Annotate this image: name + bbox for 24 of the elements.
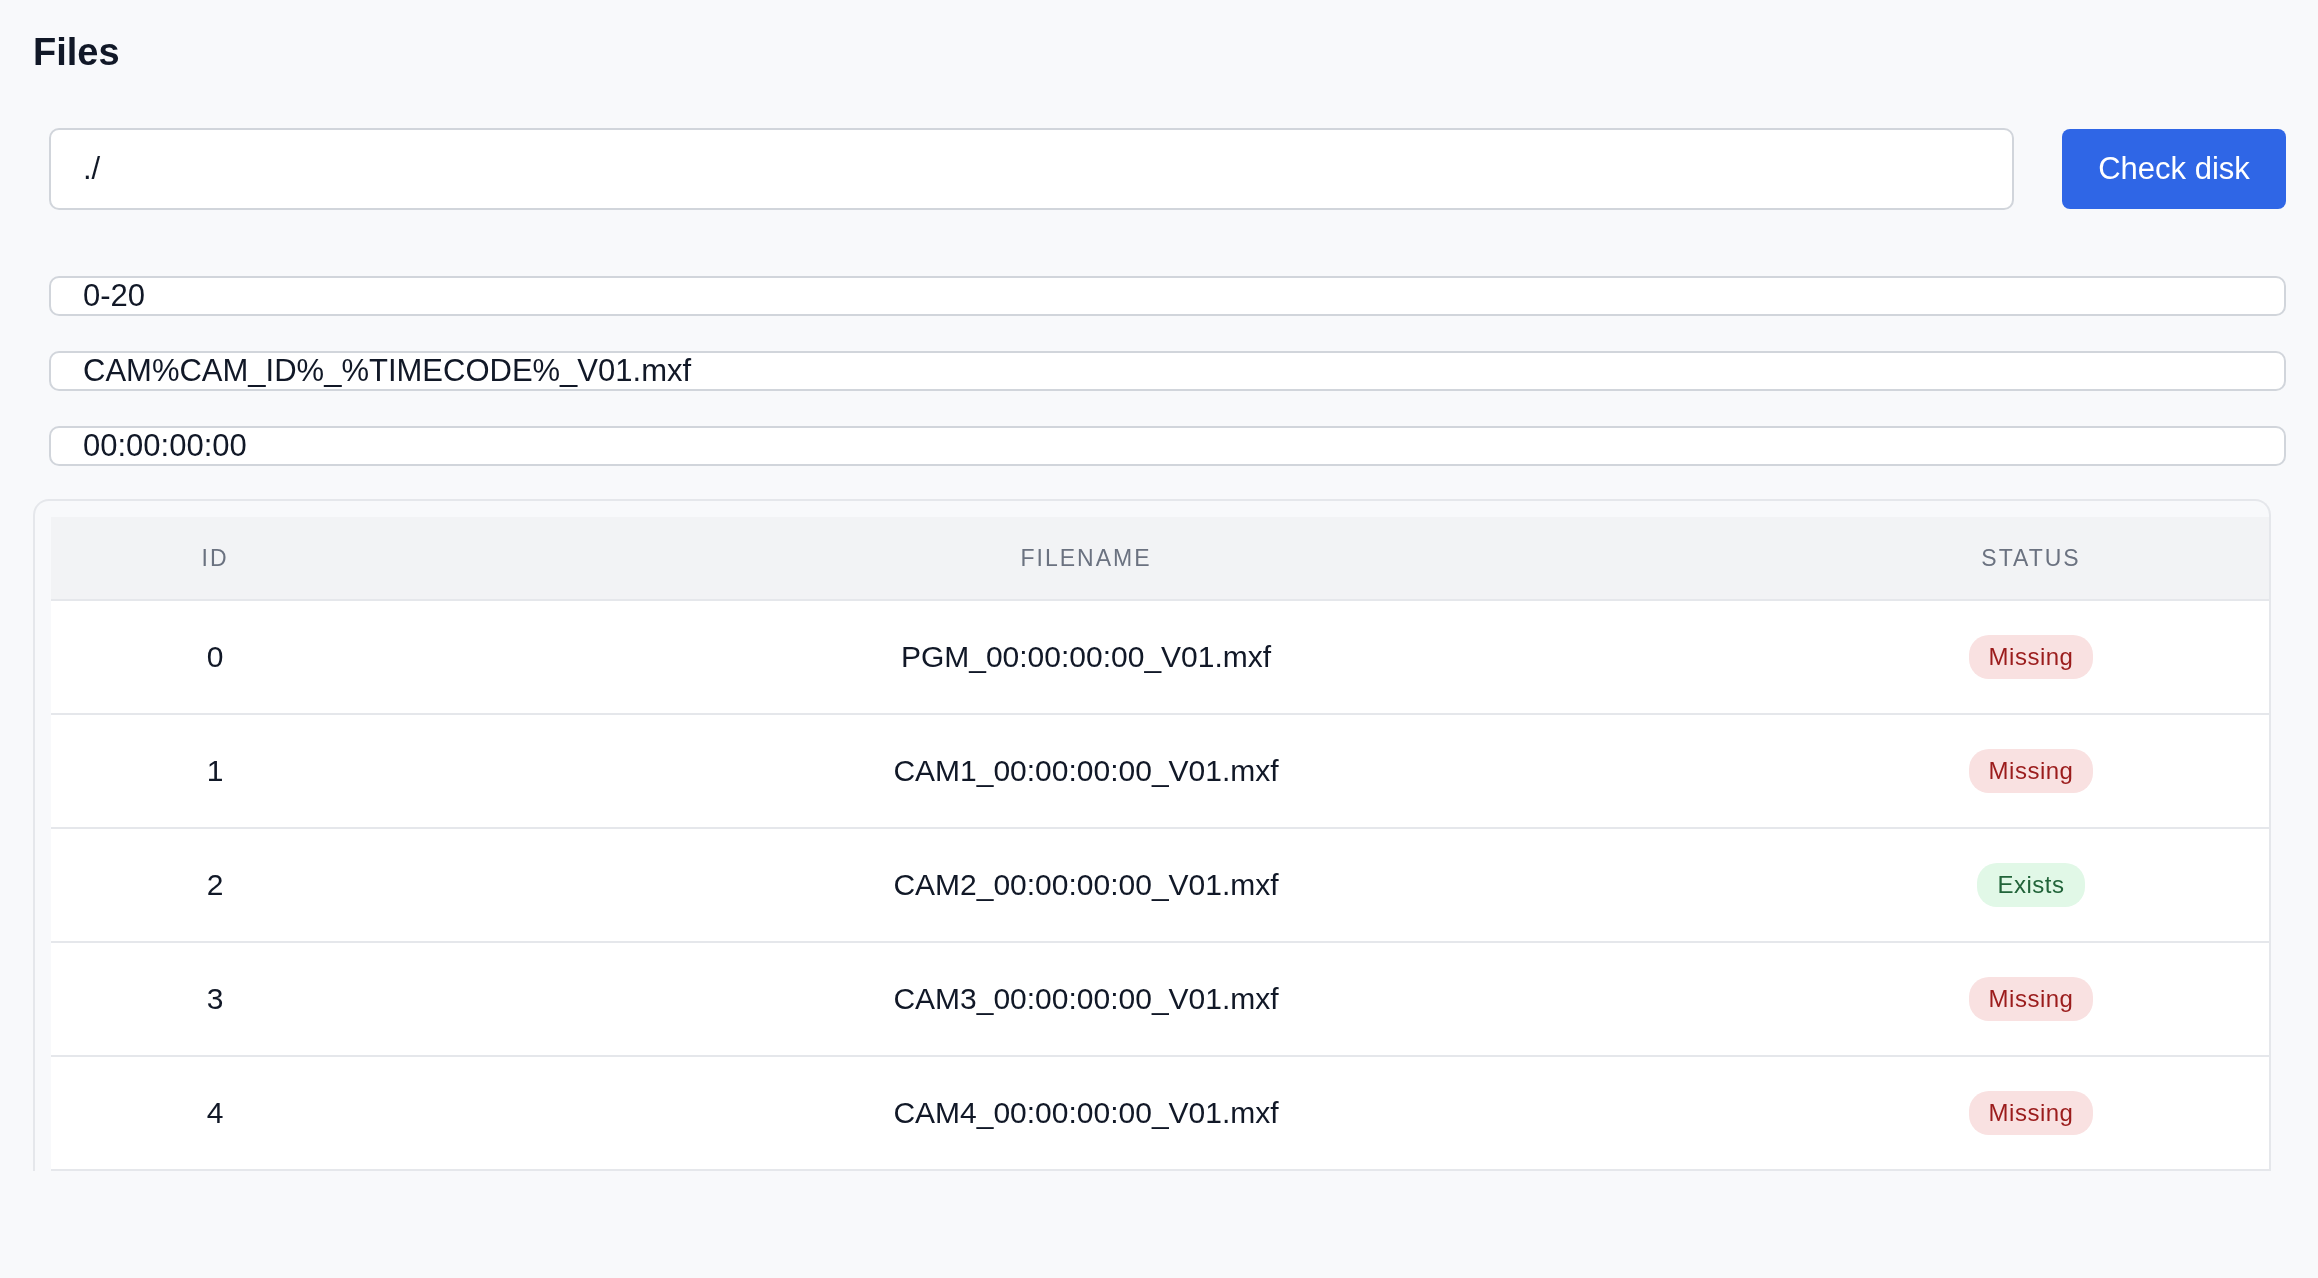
filename-cell: CAM3_00:00:00:00_V01.mxf bbox=[379, 943, 1793, 1057]
column-header: FILENAME bbox=[379, 517, 1793, 601]
column-header: ID bbox=[51, 517, 379, 601]
filename-cell: CAM1_00:00:00:00_V01.mxf bbox=[379, 715, 1793, 829]
id-cell: 3 bbox=[51, 943, 379, 1057]
status-badge: Missing bbox=[1968, 635, 2094, 679]
input-field[interactable]: 0-20 bbox=[49, 276, 2286, 316]
input-field[interactable]: 00:00:00:00 bbox=[49, 426, 2286, 466]
status-badge: Missing bbox=[1968, 749, 2094, 793]
page-title: Files bbox=[33, 30, 121, 75]
id-cell: 1 bbox=[51, 715, 379, 829]
status-badge: Exists bbox=[1977, 863, 2085, 907]
id-cell: 4 bbox=[51, 1057, 379, 1171]
id-cell: 2 bbox=[51, 829, 379, 943]
filename-cell: CAM4_00:00:00:00_V01.mxf bbox=[379, 1057, 1793, 1171]
status-badge: Missing bbox=[1968, 1091, 2094, 1135]
filename-cell: CAM2_00:00:00:00_V01.mxf bbox=[379, 829, 1793, 943]
filename-cell: PGM_00:00:00:00_V01.mxf bbox=[379, 601, 1793, 715]
status-badge: Missing bbox=[1968, 977, 2094, 1021]
path-input-field[interactable]: ./ bbox=[49, 128, 2014, 210]
id-cell: 0 bbox=[51, 601, 379, 715]
column-header: STATUS bbox=[1793, 517, 2269, 601]
input-field[interactable]: CAM%CAM_ID%_%TIMECODE%_V01.mxf bbox=[49, 351, 2286, 391]
check-disk-button[interactable]: Check disk bbox=[2062, 129, 2286, 209]
